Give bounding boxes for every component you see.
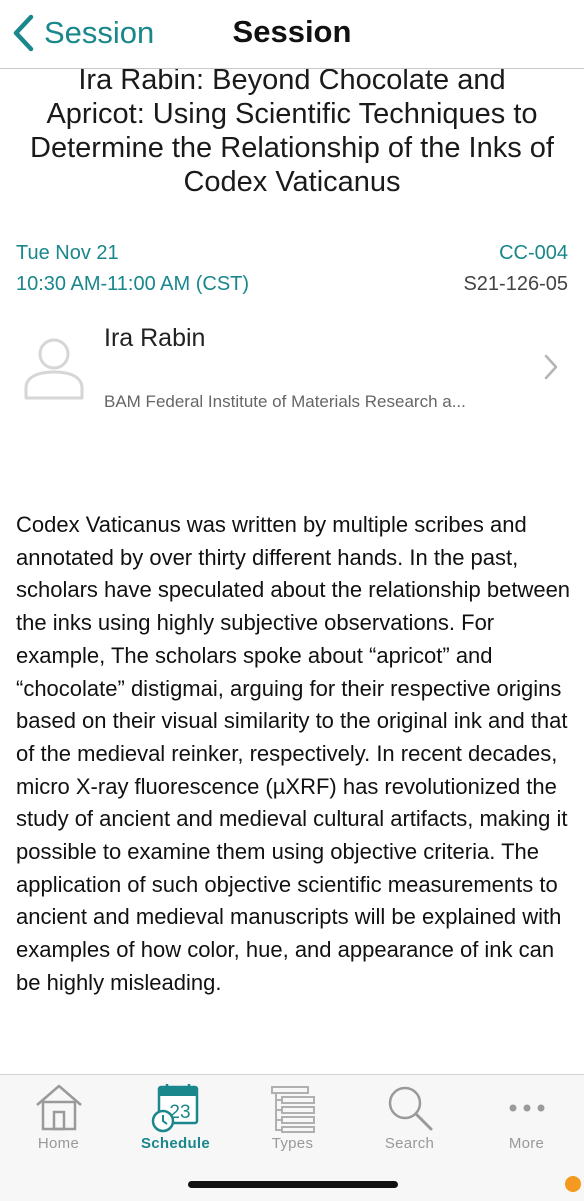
calendar-icon: 23 — [151, 1084, 198, 1133]
tab-home[interactable]: Home — [0, 1075, 117, 1165]
speaker-organization: BAM Federal Institute of Materials Resea… — [104, 392, 466, 411]
session-description: Codex Vaticanus was written by multiple … — [16, 512, 571, 995]
tab-search-label: Search — [384, 1135, 435, 1152]
session-title: Ira Rabin: Beyond Chocolate and Apricot:… — [30, 64, 554, 199]
session-time: 10:30 AM-11:00 AM (CST) — [16, 273, 250, 295]
tab-schedule[interactable]: 23 Schedule — [117, 1075, 234, 1165]
tab-more-label: More — [508, 1135, 545, 1152]
tab-types[interactable]: Types — [234, 1075, 351, 1165]
avatar-icon — [24, 338, 84, 400]
notification-dot — [565, 1176, 581, 1192]
session-code: S21-126-05 — [463, 273, 568, 295]
session-datetime: Tue Nov 21 10:30 AM-11:00 AM (CST) — [16, 238, 249, 300]
navigation-bar: Session Session — [0, 0, 584, 69]
speaker-name: Ira Rabin — [104, 324, 206, 352]
more-icon — [509, 1104, 544, 1112]
speaker-row[interactable]: Ira Rabin BAM Federal Institute of Mater… — [0, 310, 584, 430]
session-location: CC-004 S21-126-05 — [463, 238, 568, 300]
tab-types-label: Types — [271, 1135, 314, 1152]
tab-more[interactable]: More — [468, 1075, 584, 1165]
chevron-right-icon — [544, 354, 558, 380]
search-icon — [388, 1086, 432, 1131]
tab-home-label: Home — [37, 1135, 80, 1152]
tab-schedule-label: Schedule — [140, 1135, 211, 1152]
page-title: Session — [232, 14, 352, 49]
home-indicator — [188, 1181, 398, 1188]
session-room: CC-004 — [499, 242, 568, 264]
home-icon — [35, 1084, 82, 1131]
tab-search[interactable]: Search — [351, 1075, 468, 1165]
session-date: Tue Nov 21 — [16, 242, 119, 264]
list-icon — [270, 1086, 315, 1133]
